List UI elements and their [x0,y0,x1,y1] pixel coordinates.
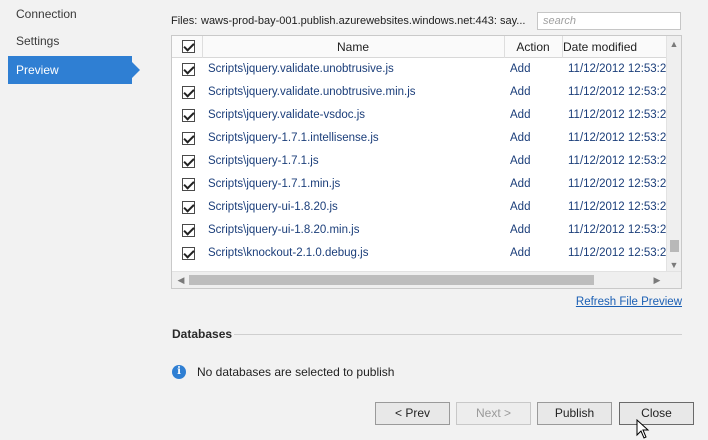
file-name: Scripts\jquery.validate.unobtrusive.min.… [208,86,416,98]
row-checkbox[interactable] [182,109,195,122]
file-action: Add [510,178,531,190]
file-date: 11/12/2012 12:53:25 [568,63,667,75]
search-input[interactable] [537,12,681,30]
table-row[interactable]: Scripts\knockout-2.1.0.debug.js Add 11/1… [172,242,667,265]
file-date: 11/12/2012 12:53:23 [568,155,667,167]
file-name: Scripts\knockout-2.1.0.debug.js [208,247,369,259]
file-date: 11/12/2012 12:53:24 [568,109,667,121]
row-checkbox[interactable] [182,132,195,145]
scroll-up-arrow-icon[interactable]: ▲ [667,37,681,51]
table-row[interactable]: Scripts\jquery-ui-1.8.20.min.js Add 11/1… [172,219,667,242]
row-checkbox[interactable] [182,63,195,76]
file-date: 11/12/2012 12:53:25 [568,224,667,236]
nav-item-preview[interactable]: Preview [8,56,140,84]
file-name: Scripts\jquery-ui-1.8.20.min.js [208,224,360,236]
row-checkbox[interactable] [182,155,195,168]
file-date: 11/12/2012 12:53:25 [568,201,667,213]
row-checkbox[interactable] [182,247,195,260]
table-row[interactable]: Scripts\jquery-ui-1.8.20.js Add 11/12/20… [172,196,667,219]
row-checkbox[interactable] [182,178,195,191]
file-name: Scripts\jquery.validate.unobtrusive.js [208,63,394,75]
row-checkbox[interactable] [182,201,195,214]
table-row[interactable]: Scripts\jquery.validate.unobtrusive.min.… [172,81,667,104]
row-checkbox[interactable] [182,86,195,99]
select-all-checkbox[interactable] [182,40,195,53]
column-header-action[interactable]: Action [504,36,562,58]
table-row[interactable]: Scripts\jquery-1.7.1.intellisense.js Add… [172,127,667,150]
file-grid: Name Action Date modified Scripts\jquery… [171,35,682,289]
file-name: Scripts\jquery-ui-1.8.20.js [208,201,338,213]
file-date: 11/12/2012 12:53:23 [568,132,667,144]
row-checkbox[interactable] [182,224,195,237]
file-date: 11/12/2012 12:53:27 [568,247,667,259]
databases-message: No databases are selected to publish [197,365,395,379]
databases-section-title: Databases [172,327,233,341]
column-header-name[interactable]: Name [202,36,504,58]
nav-item-settings[interactable]: Settings [8,27,132,55]
file-date: 11/12/2012 12:53:25 [568,86,667,98]
file-name: Scripts\jquery-1.7.1.intellisense.js [208,132,379,144]
horizontal-scroll-thumb[interactable] [189,275,594,285]
file-action: Add [510,155,531,167]
close-button[interactable]: Close [619,402,694,425]
file-action: Add [510,247,531,259]
next-button[interactable]: Next > [456,402,531,425]
scroll-left-arrow-icon[interactable]: ◀ [174,273,188,287]
file-action: Add [510,86,531,98]
file-name: Scripts\jquery.validate-vsdoc.js [208,109,366,121]
horizontal-scrollbar[interactable]: ◀ ▶ [172,271,681,288]
file-date: 11/12/2012 12:53:23 [568,178,667,190]
file-name: Scripts\jquery-1.7.1.js [208,155,319,167]
column-header-date[interactable]: Date modified [563,36,667,58]
file-action: Add [510,224,531,236]
table-row[interactable]: Scripts\jquery-1.7.1.js Add 11/12/2012 1… [172,150,667,173]
files-label: Files: [171,15,198,27]
table-row[interactable]: Scripts\jquery.validate-vsdoc.js Add 11/… [172,104,667,127]
vertical-scroll-thumb[interactable] [670,240,679,252]
grid-header: Name Action Date modified [172,36,667,58]
mouse-cursor-icon [636,419,650,439]
files-path: waws-prod-bay-001.publish.azurewebsites.… [201,15,526,27]
table-row[interactable]: Scripts\jquery-1.7.1.min.js Add 11/12/20… [172,173,667,196]
publish-button[interactable]: Publish [537,402,612,425]
nav-item-connection[interactable]: Connection [8,0,132,28]
file-action: Add [510,132,531,144]
refresh-file-preview-link[interactable]: Refresh File Preview [576,296,682,308]
file-action: Add [510,201,531,213]
file-name: Scripts\jquery-1.7.1.min.js [208,178,341,190]
section-divider [234,334,682,335]
scroll-right-arrow-icon[interactable]: ▶ [650,273,664,287]
info-icon: i [172,365,186,379]
prev-button[interactable]: < Prev [375,402,450,425]
vertical-scrollbar[interactable]: ▲ ▼ [666,36,681,273]
file-action: Add [510,63,531,75]
table-row[interactable]: Scripts\jquery.validate.unobtrusive.js A… [172,58,667,81]
file-action: Add [510,109,531,121]
scroll-down-arrow-icon[interactable]: ▼ [667,258,681,272]
